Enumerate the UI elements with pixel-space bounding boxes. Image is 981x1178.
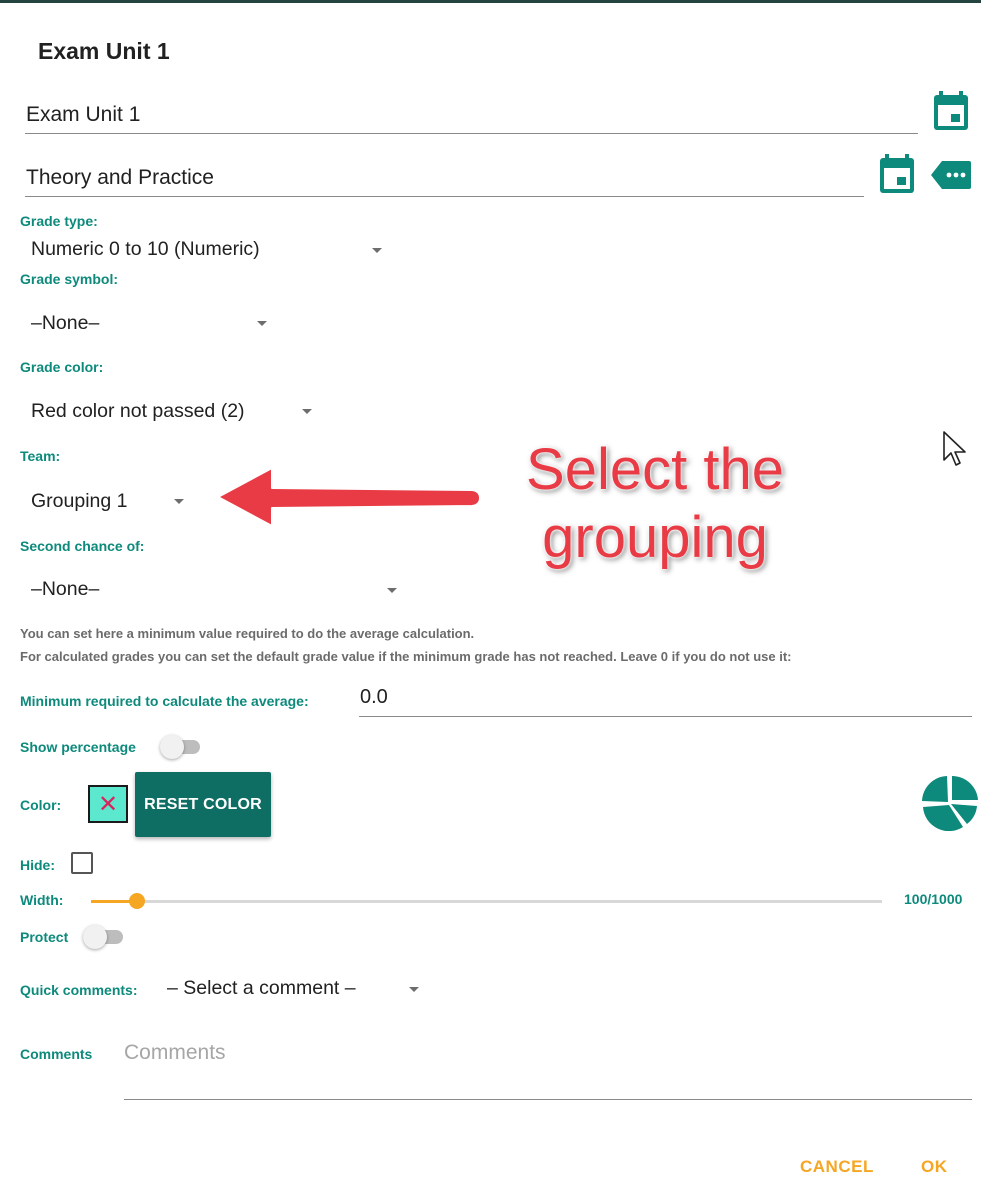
comments-input[interactable]: Comments <box>124 1036 972 1100</box>
hide-checkbox[interactable] <box>71 852 93 874</box>
width-slider-track[interactable] <box>91 900 882 903</box>
grade-symbol-label: Grade symbol: <box>20 271 119 287</box>
help-text-line-1: You can set here a minimum value require… <box>20 626 475 641</box>
annotation-text: Select the grouping <box>526 437 784 570</box>
minimum-label: Minimum required to calculate the averag… <box>20 693 309 709</box>
protect-label: Protect <box>20 929 69 945</box>
comments-label: Comments <box>20 1046 93 1062</box>
show-percentage-label: Show percentage <box>20 739 136 755</box>
grade-type-value: Numeric 0 to 10 (Numeric) <box>31 238 260 260</box>
label-more-icon[interactable] <box>930 160 972 195</box>
width-slider-thumb[interactable] <box>129 893 145 909</box>
dialog-title: Exam Unit 1 <box>38 38 170 64</box>
pie-chart-icon[interactable] <box>922 775 978 836</box>
calendar-icon[interactable] <box>932 90 970 137</box>
chevron-down-icon <box>387 588 397 593</box>
minimum-value: 0.0 <box>360 686 388 708</box>
name-field[interactable]: Exam Unit 1 <box>25 92 918 134</box>
grade-color-label: Grade color: <box>20 359 104 375</box>
show-percentage-switch[interactable] <box>160 733 200 759</box>
quick-comments-value: – Select a comment – <box>167 977 356 999</box>
quick-comments-dropdown[interactable]: – Select a comment – <box>167 977 427 1003</box>
second-chance-dropdown[interactable]: –None– <box>31 578 411 604</box>
calendar-icon[interactable] <box>878 153 916 200</box>
chevron-down-icon <box>174 499 184 504</box>
switch-thumb <box>160 735 184 759</box>
grade-type-label: Grade type: <box>20 213 98 229</box>
second-chance-label: Second chance of: <box>20 538 145 554</box>
mouse-cursor-icon <box>942 430 968 473</box>
team-dropdown[interactable]: Grouping 1 <box>31 490 191 516</box>
hide-label: Hide: <box>20 857 55 873</box>
grade-symbol-dropdown[interactable]: –None– <box>31 312 281 338</box>
color-label: Color: <box>20 797 62 813</box>
ok-button[interactable]: OK <box>921 1157 948 1177</box>
width-label: Width: <box>20 892 64 908</box>
reset-color-button[interactable]: RESET COLOR <box>135 772 271 837</box>
width-value: 100/1000 <box>904 891 963 907</box>
help-text-line-2: For calculated grades you can set the de… <box>20 649 792 664</box>
close-icon: ✕ <box>97 790 119 818</box>
grade-color-value: Red color not passed (2) <box>31 400 245 422</box>
grade-color-dropdown[interactable]: Red color not passed (2) <box>31 400 321 426</box>
cancel-button[interactable]: CANCEL <box>800 1157 874 1177</box>
top-divider <box>0 0 981 3</box>
grade-symbol-value: –None– <box>31 312 100 334</box>
chevron-down-icon <box>302 409 312 414</box>
description-field[interactable]: Theory and Practice <box>25 155 864 197</box>
chevron-down-icon <box>409 987 419 992</box>
grade-type-dropdown[interactable]: Numeric 0 to 10 (Numeric) <box>31 238 391 264</box>
chevron-down-icon <box>372 248 382 253</box>
chevron-down-icon <box>257 321 267 326</box>
description-field-value: Theory and Practice <box>26 166 214 189</box>
quick-comments-label: Quick comments: <box>20 982 138 998</box>
protect-switch[interactable] <box>83 923 123 949</box>
name-field-value: Exam Unit 1 <box>26 103 141 126</box>
annotation-arrow <box>217 467 481 527</box>
minimum-input[interactable]: 0.0 <box>359 683 972 717</box>
switch-thumb <box>83 925 107 949</box>
second-chance-value: –None– <box>31 578 100 600</box>
comments-placeholder: Comments <box>124 1041 226 1064</box>
color-swatch[interactable]: ✕ <box>88 785 128 823</box>
team-label: Team: <box>20 448 61 464</box>
team-value: Grouping 1 <box>31 490 128 512</box>
